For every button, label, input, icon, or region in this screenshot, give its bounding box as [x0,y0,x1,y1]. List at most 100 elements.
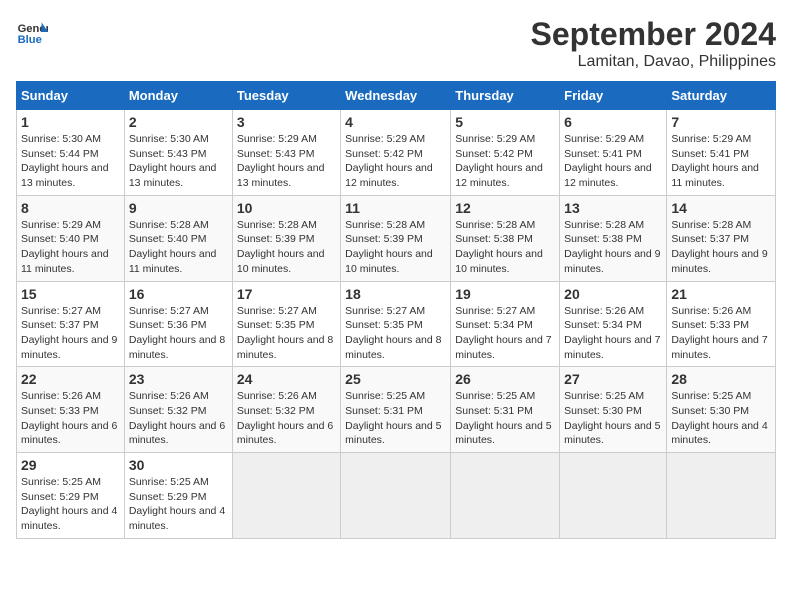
day-number: 13 [564,200,662,216]
calendar-week-row: 29 Sunrise: 5:25 AMSunset: 5:29 PMDayligh… [17,453,776,539]
day-detail: Sunrise: 5:25 AMSunset: 5:29 PMDaylight … [21,475,120,534]
day-number: 20 [564,286,662,302]
day-number: 14 [671,200,771,216]
day-detail: Sunrise: 5:26 AMSunset: 5:32 PMDaylight … [237,389,336,448]
weekday-header-tuesday: Tuesday [232,82,340,110]
day-number: 30 [129,457,228,473]
calendar-cell: 23 Sunrise: 5:26 AMSunset: 5:32 PMDayligh… [124,367,232,453]
day-detail: Sunrise: 5:25 AMSunset: 5:31 PMDaylight … [345,389,446,448]
title-area: September 2024 Lamitan, Davao, Philippin… [531,16,776,71]
day-number: 28 [671,371,771,387]
weekday-header-sunday: Sunday [17,82,125,110]
day-number: 19 [455,286,555,302]
calendar-cell: 27 Sunrise: 5:25 AMSunset: 5:30 PMDayligh… [560,367,667,453]
calendar-cell: 26Sunrise: 5:25 AMSunset: 5:31 PMDayligh… [451,367,560,453]
day-detail: Sunrise: 5:29 AMSunset: 5:40 PMDaylight … [21,218,120,277]
day-number: 23 [129,371,228,387]
calendar-cell: 14 Sunrise: 5:28 AMSunset: 5:37 PMDayligh… [667,195,776,281]
calendar-cell: 10 Sunrise: 5:28 AMSunset: 5:39 PMDayligh… [232,195,340,281]
calendar-cell: 6 Sunrise: 5:29 AMSunset: 5:41 PMDaylight… [560,110,667,196]
day-detail: Sunrise: 5:29 AMSunset: 5:42 PMDaylight … [345,132,446,191]
day-detail: Sunrise: 5:27 AMSunset: 5:34 PMDaylight … [455,304,555,363]
calendar-table: SundayMondayTuesdayWednesdayThursdayFrid… [16,81,776,539]
day-number: 17 [237,286,336,302]
calendar-cell: 22 Sunrise: 5:26 AMSunset: 5:33 PMDayligh… [17,367,125,453]
day-number: 6 [564,114,662,130]
day-detail: Sunrise: 5:26 AMSunset: 5:33 PMDaylight … [21,389,120,448]
calendar-cell: 20Sunrise: 5:26 AMSunset: 5:34 PMDayligh… [560,281,667,367]
header: General Blue September 2024 Lamitan, Dav… [16,16,776,71]
calendar-header-row: SundayMondayTuesdayWednesdayThursdayFrid… [17,82,776,110]
day-number: 27 [564,371,662,387]
day-number: 22 [21,371,120,387]
day-detail: Sunrise: 5:28 AMSunset: 5:38 PMDaylight … [564,218,662,277]
day-detail: Sunrise: 5:29 AMSunset: 5:41 PMDaylight … [564,132,662,191]
day-number: 21 [671,286,771,302]
location-title: Lamitan, Davao, Philippines [531,53,776,71]
day-detail: Sunrise: 5:28 AMSunset: 5:39 PMDaylight … [237,218,336,277]
calendar-cell: 9 Sunrise: 5:28 AMSunset: 5:40 PMDaylight… [124,195,232,281]
calendar-cell: 13 Sunrise: 5:28 AMSunset: 5:38 PMDayligh… [560,195,667,281]
calendar-body: 1 Sunrise: 5:30 AMSunset: 5:44 PMDaylight… [17,110,776,539]
day-detail: Sunrise: 5:27 AMSunset: 5:36 PMDaylight … [129,304,228,363]
day-number: 29 [21,457,120,473]
day-detail: Sunrise: 5:29 AMSunset: 5:41 PMDaylight … [671,132,771,191]
day-detail: Sunrise: 5:28 AMSunset: 5:40 PMDaylight … [129,218,228,277]
day-number: 24 [237,371,336,387]
day-number: 3 [237,114,336,130]
day-number: 5 [455,114,555,130]
weekday-header-saturday: Saturday [667,82,776,110]
day-number: 15 [21,286,120,302]
calendar-cell: 24 Sunrise: 5:26 AMSunset: 5:32 PMDayligh… [232,367,340,453]
day-detail: Sunrise: 5:25 AMSunset: 5:30 PMDaylight … [564,389,662,448]
calendar-cell [560,453,667,539]
calendar-cell: 29 Sunrise: 5:25 AMSunset: 5:29 PMDayligh… [17,453,125,539]
calendar-cell: 25 Sunrise: 5:25 AMSunset: 5:31 PMDayligh… [341,367,451,453]
day-number: 25 [345,371,446,387]
weekday-header-monday: Monday [124,82,232,110]
calendar-cell: 17Sunrise: 5:27 AMSunset: 5:35 PMDayligh… [232,281,340,367]
calendar-week-row: 22 Sunrise: 5:26 AMSunset: 5:33 PMDayligh… [17,367,776,453]
day-number: 8 [21,200,120,216]
calendar-cell: 1 Sunrise: 5:30 AMSunset: 5:44 PMDaylight… [17,110,125,196]
calendar-cell: 18Sunrise: 5:27 AMSunset: 5:35 PMDayligh… [341,281,451,367]
weekday-header-thursday: Thursday [451,82,560,110]
calendar-cell: 5 Sunrise: 5:29 AMSunset: 5:42 PMDaylight… [451,110,560,196]
calendar-cell: 21Sunrise: 5:26 AMSunset: 5:33 PMDayligh… [667,281,776,367]
svg-text:Blue: Blue [18,34,42,46]
day-detail: Sunrise: 5:25 AMSunset: 5:31 PMDaylight … [455,389,555,448]
day-number: 11 [345,200,446,216]
day-number: 9 [129,200,228,216]
calendar-cell: 2 Sunrise: 5:30 AMSunset: 5:43 PMDaylight… [124,110,232,196]
weekday-header-wednesday: Wednesday [341,82,451,110]
calendar-cell: 8 Sunrise: 5:29 AMSunset: 5:40 PMDaylight… [17,195,125,281]
day-detail: Sunrise: 5:30 AMSunset: 5:44 PMDaylight … [21,132,120,191]
day-number: 10 [237,200,336,216]
calendar-week-row: 15 Sunrise: 5:27 AMSunset: 5:37 PMDayligh… [17,281,776,367]
calendar-cell: 15 Sunrise: 5:27 AMSunset: 5:37 PMDayligh… [17,281,125,367]
calendar-cell: 3Sunrise: 5:29 AMSunset: 5:43 PMDaylight… [232,110,340,196]
calendar-cell [451,453,560,539]
day-detail: Sunrise: 5:30 AMSunset: 5:43 PMDaylight … [129,132,228,191]
day-detail: Sunrise: 5:29 AMSunset: 5:42 PMDaylight … [455,132,555,191]
day-detail: Sunrise: 5:25 AMSunset: 5:29 PMDaylight … [129,475,228,534]
calendar-cell [232,453,340,539]
day-detail: Sunrise: 5:25 AMSunset: 5:30 PMDaylight … [671,389,771,448]
calendar-week-row: 8 Sunrise: 5:29 AMSunset: 5:40 PMDaylight… [17,195,776,281]
day-number: 12 [455,200,555,216]
calendar-cell: 19 Sunrise: 5:27 AMSunset: 5:34 PMDayligh… [451,281,560,367]
calendar-cell: 28 Sunrise: 5:25 AMSunset: 5:30 PMDayligh… [667,367,776,453]
day-number: 7 [671,114,771,130]
calendar-cell [341,453,451,539]
calendar-cell: 7 Sunrise: 5:29 AMSunset: 5:41 PMDaylight… [667,110,776,196]
day-number: 2 [129,114,228,130]
day-detail: Sunrise: 5:28 AMSunset: 5:39 PMDaylight … [345,218,446,277]
day-number: 1 [21,114,120,130]
logo: General Blue [16,16,48,48]
day-detail: Sunrise: 5:28 AMSunset: 5:37 PMDaylight … [671,218,771,277]
logo-icon: General Blue [16,16,48,48]
day-number: 18 [345,286,446,302]
day-number: 16 [129,286,228,302]
day-detail: Sunrise: 5:27 AMSunset: 5:37 PMDaylight … [21,304,120,363]
day-detail: Sunrise: 5:26 AMSunset: 5:32 PMDaylight … [129,389,228,448]
